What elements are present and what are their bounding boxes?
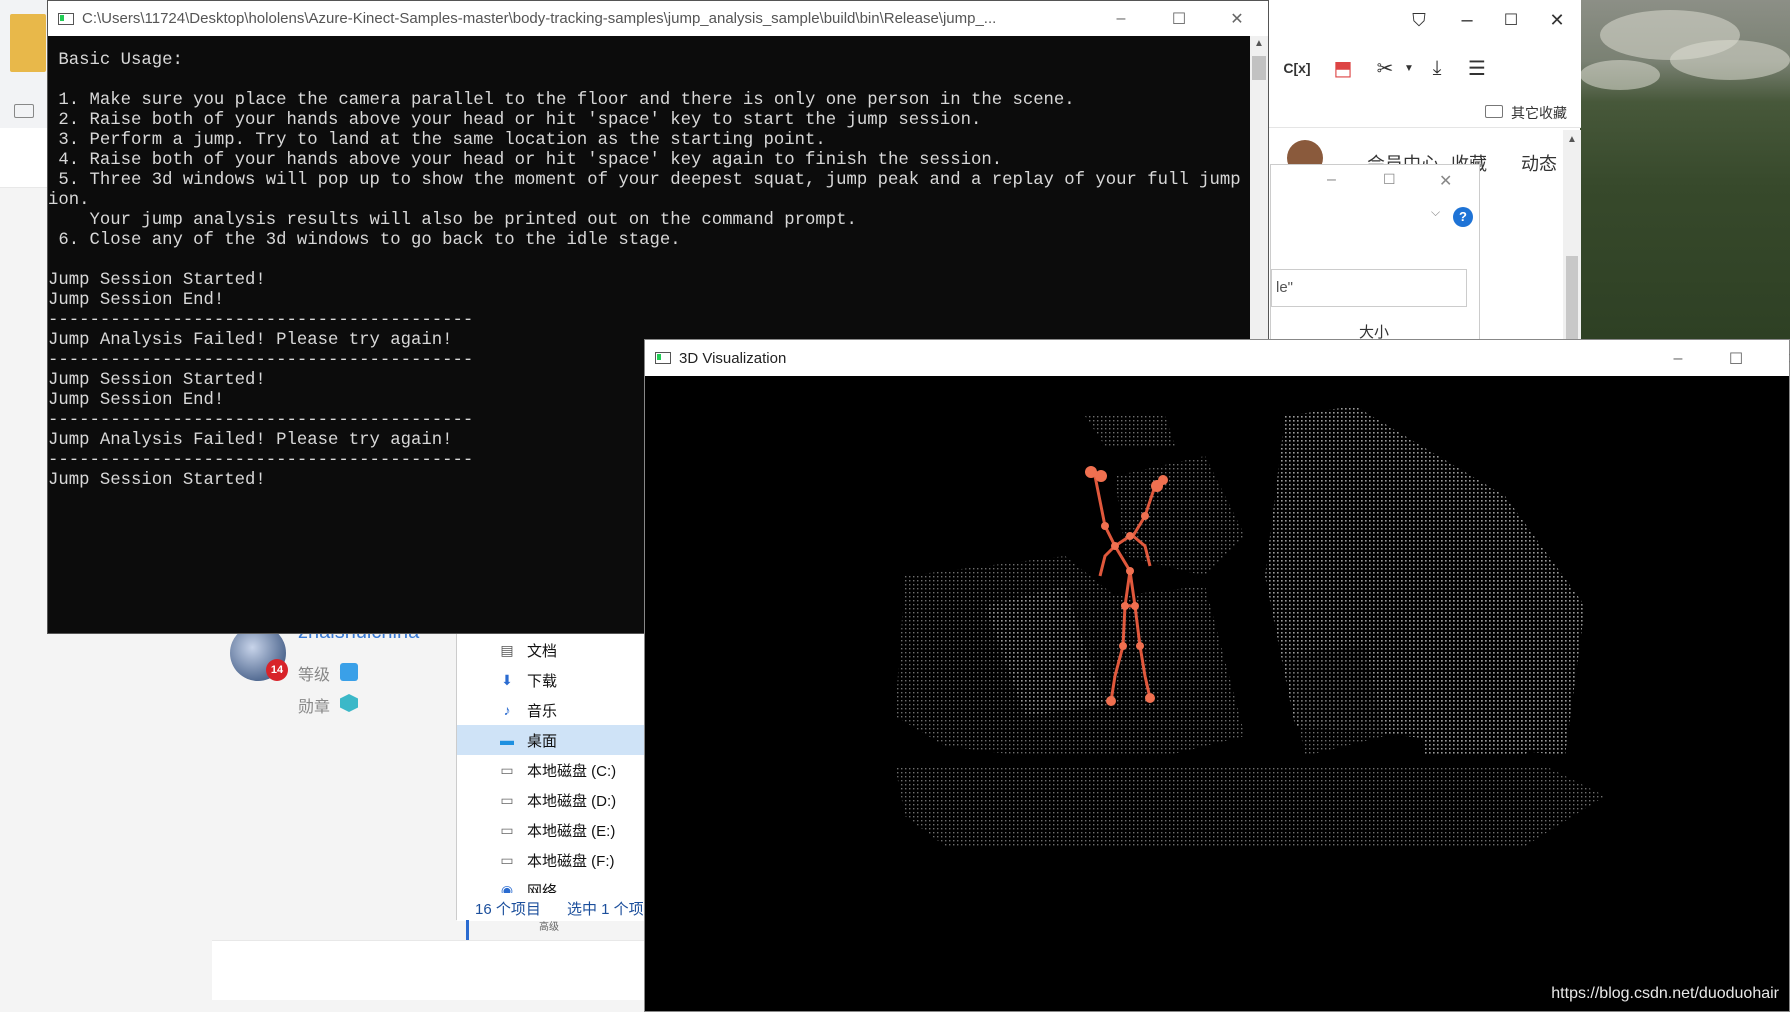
watermark-url: https://blog.csdn.net/duoduohair xyxy=(1551,985,1779,1002)
explorer-item-6[interactable]: ▭ 本地磁盘 (E:) xyxy=(457,815,647,845)
badge-label: 勋章 xyxy=(298,699,331,716)
explorer-item-label: 音乐 xyxy=(527,702,558,720)
scroll-thumb[interactable] xyxy=(1252,56,1266,80)
download-icon: ⬇ xyxy=(501,671,513,688)
scroll-thumb[interactable] xyxy=(1566,256,1578,340)
explorer-item-label: 下载 xyxy=(527,672,558,690)
drive-icon: ▭ xyxy=(500,761,514,778)
folder-icon xyxy=(1485,105,1503,118)
explorer-item-0[interactable]: ▤ 文档 xyxy=(457,635,647,665)
badge-icon xyxy=(340,694,358,712)
screenshot-icon[interactable]: ⬒ xyxy=(1329,54,1357,82)
explorer-item-label: 本地磁盘 (D:) xyxy=(527,792,617,810)
minimize-icon[interactable]: – xyxy=(1453,6,1481,34)
viz-title: 3D Visualization xyxy=(679,349,787,367)
viz-maximize-button[interactable]: ☐ xyxy=(1707,341,1765,376)
console-titlebar[interactable]: C:\Users\11724\Desktop\hololens\Azure-Ki… xyxy=(48,1,1268,36)
download-icon[interactable]: ⤓ xyxy=(1423,54,1451,82)
dialog-maximize-icon[interactable]: ☐ xyxy=(1383,171,1396,188)
close-icon[interactable]: ✕ xyxy=(1543,6,1571,34)
drive-icon: ▭ xyxy=(500,851,514,868)
music-icon: ♪ xyxy=(503,702,511,718)
document-icon: ▤ xyxy=(500,641,514,658)
explorer-item-3[interactable]: ▬ 桌面 xyxy=(457,725,647,755)
help-icon[interactable]: ? xyxy=(1453,207,1473,227)
file-dialog: – ☐ ✕ ⌵ ? le" 大小 xyxy=(1270,164,1480,344)
chevron-down-icon[interactable]: ⌵ xyxy=(1431,205,1440,220)
folder-icon xyxy=(14,104,34,118)
viz-close-button[interactable]: ✕ xyxy=(1765,341,1790,376)
formula-icon[interactable]: C[x] xyxy=(1283,54,1311,82)
explorer-item-label: 本地磁盘 (C:) xyxy=(527,762,617,780)
status-item-count: 16 个项目 xyxy=(475,901,541,918)
explorer-item-label: 桌面 xyxy=(527,732,558,750)
explorer-sub-label: 高级 xyxy=(466,920,586,940)
browser-scrollbar[interactable]: ▲ xyxy=(1563,130,1581,340)
viz-app-icon xyxy=(655,352,671,364)
console-minimize-button[interactable]: – xyxy=(1092,1,1150,36)
nav-activity[interactable]: 动态 xyxy=(1521,150,1557,176)
content-panel xyxy=(212,940,652,1000)
status-selected-count: 选中 1 个项 xyxy=(567,901,644,918)
profile-card: 14 zhaishuichina 等级 勋章 xyxy=(200,621,450,745)
explorer-item-2[interactable]: ♪ 音乐 xyxy=(457,695,647,725)
years-badge: 14 xyxy=(266,659,288,681)
dialog-filename-input[interactable]: le" xyxy=(1271,269,1467,307)
chevron-down-icon[interactable]: ▼ xyxy=(1395,54,1423,82)
viz-titlebar[interactable]: 3D Visualization – ☐ ✕ xyxy=(645,340,1790,376)
level-icon xyxy=(340,663,358,681)
visualization-window: 3D Visualization – ☐ ✕ xyxy=(644,339,1790,1012)
maximize-icon[interactable]: ☐ xyxy=(1497,6,1525,34)
explorer-item-5[interactable]: ▭ 本地磁盘 (D:) xyxy=(457,785,647,815)
menu-icon[interactable]: ☰ xyxy=(1463,54,1491,82)
scroll-up-icon[interactable]: ▲ xyxy=(1567,134,1577,145)
explorer-item-label: 本地磁盘 (F:) xyxy=(527,852,615,870)
viz-minimize-button[interactable]: – xyxy=(1649,341,1707,376)
explorer-item-label: 本地磁盘 (E:) xyxy=(527,822,616,840)
dialog-close-icon[interactable]: ✕ xyxy=(1439,171,1452,191)
scroll-up-icon[interactable]: ▲ xyxy=(1254,38,1264,49)
dialog-minimize-icon[interactable]: – xyxy=(1327,171,1336,189)
explorer-item-1[interactable]: ⬇ 下载 xyxy=(457,665,647,695)
desktop-icon: ▬ xyxy=(500,732,514,748)
level-label: 等级 xyxy=(298,667,331,684)
desktop-wallpaper xyxy=(1580,0,1790,340)
point-cloud xyxy=(895,406,1605,846)
explorer-status-bar: 16 个项目 选中 1 个项 xyxy=(457,893,647,921)
sub-label-text: 高级 xyxy=(539,922,559,933)
explorer-item-label: 文档 xyxy=(527,642,558,660)
point-cloud-canvas[interactable] xyxy=(645,376,1789,1011)
drive-icon: ▭ xyxy=(500,791,514,808)
console-app-icon xyxy=(58,12,74,25)
explorer-item-4[interactable]: ▭ 本地磁盘 (C:) xyxy=(457,755,647,785)
console-maximize-button[interactable]: ☐ xyxy=(1150,1,1208,36)
file-explorer-pane: ▤ 文档 ⬇ 下载 ♪ 音乐 ▬ 桌面 ▭ 本地磁盘 (C:) ▭ 本地磁盘 (D:) ▭ 本地磁盘 (E… xyxy=(456,630,647,921)
explorer-item-7[interactable]: ▭ 本地磁盘 (F:) xyxy=(457,845,647,875)
console-close-button[interactable]: ✕ xyxy=(1208,1,1266,36)
drive-icon: ▭ xyxy=(500,821,514,838)
skin-icon[interactable]: ⛉ xyxy=(1405,6,1433,34)
bookmark-other[interactable]: 其它收藏 xyxy=(1511,103,1567,123)
app-avatar-icon[interactable] xyxy=(10,14,46,72)
console-title: C:\Users\11724\Desktop\hololens\Azure-Ki… xyxy=(82,10,997,27)
dialog-input-text: le" xyxy=(1276,279,1293,296)
